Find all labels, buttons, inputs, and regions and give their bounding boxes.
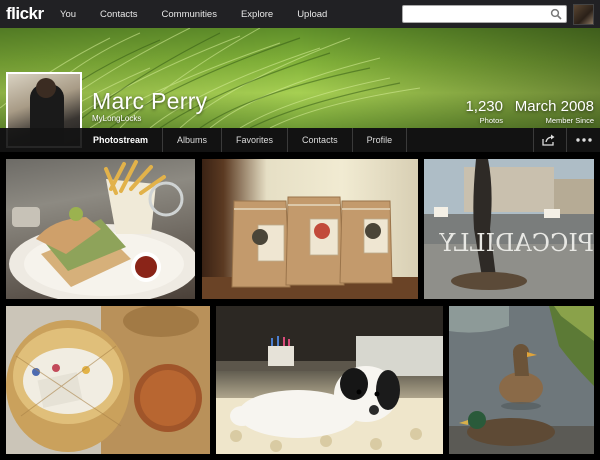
main-nav: You Contacts Communities Explore Upload — [56, 0, 339, 28]
tab-photostream[interactable]: Photostream — [78, 128, 162, 152]
top-nav-bar: flickr You Contacts Communities Explore … — [0, 0, 600, 28]
search-input[interactable] — [407, 8, 547, 24]
stat-photos-value: 1,230 — [465, 98, 503, 115]
search-box — [402, 5, 567, 24]
basket-image — [6, 306, 210, 454]
tab-profile[interactable]: Profile — [353, 128, 407, 152]
stat-member-since-label: Member Since — [545, 116, 594, 125]
account-avatar[interactable] — [573, 4, 594, 25]
stat-member-since: March 2008 Member Since — [515, 98, 594, 125]
stat-photos: 1,230 Photos — [465, 98, 503, 125]
nav-upload[interactable]: Upload — [297, 9, 327, 20]
stat-member-since-value: March 2008 — [514, 98, 594, 115]
tab-albums[interactable]: Albums — [163, 128, 221, 152]
avatar-head — [36, 78, 56, 98]
tab-favorites[interactable]: Favorites — [222, 128, 287, 152]
photo-coffee-bags[interactable] — [202, 159, 418, 299]
stat-photos-label: Photos — [479, 116, 503, 125]
profile-name: Marc Perry — [92, 88, 208, 114]
profile-subnav: Photostream Albums Favorites Contacts Pr… — [0, 128, 600, 152]
sandwich-plate-image — [9, 160, 195, 299]
photo-ducks[interactable] — [449, 306, 594, 454]
svg-text:PICCADILLY: PICCADILLY — [438, 229, 594, 257]
more-icon — [575, 138, 592, 142]
nav-you[interactable]: You — [60, 9, 76, 20]
photo-street-window[interactable]: PICCADILLY — [424, 159, 594, 299]
cover-photo — [0, 28, 600, 128]
nav-explore[interactable]: Explore — [241, 9, 273, 20]
coffee-bags-image — [202, 196, 418, 299]
ducks-image — [449, 306, 594, 454]
photo-puppy[interactable] — [216, 306, 443, 454]
flickr-logo[interactable]: flickr — [6, 4, 56, 24]
more-button[interactable] — [566, 128, 600, 152]
tab-divider — [406, 128, 408, 152]
share-icon — [541, 134, 554, 146]
photo-basket-and-bread[interactable] — [6, 306, 210, 454]
nav-contacts[interactable]: Contacts — [100, 9, 138, 20]
tab-contacts[interactable]: Contacts — [288, 128, 352, 152]
profile-username[interactable]: MyLongLocks — [92, 114, 141, 123]
puppy-image — [216, 306, 443, 454]
grass-cover-image — [0, 28, 421, 128]
share-button[interactable] — [533, 128, 563, 152]
nav-communities[interactable]: Communities — [162, 9, 217, 20]
photo-sandwich-and-fries[interactable] — [6, 159, 195, 299]
search-icon[interactable] — [550, 8, 562, 20]
street-scene-image: PICCADILLY — [424, 159, 594, 299]
